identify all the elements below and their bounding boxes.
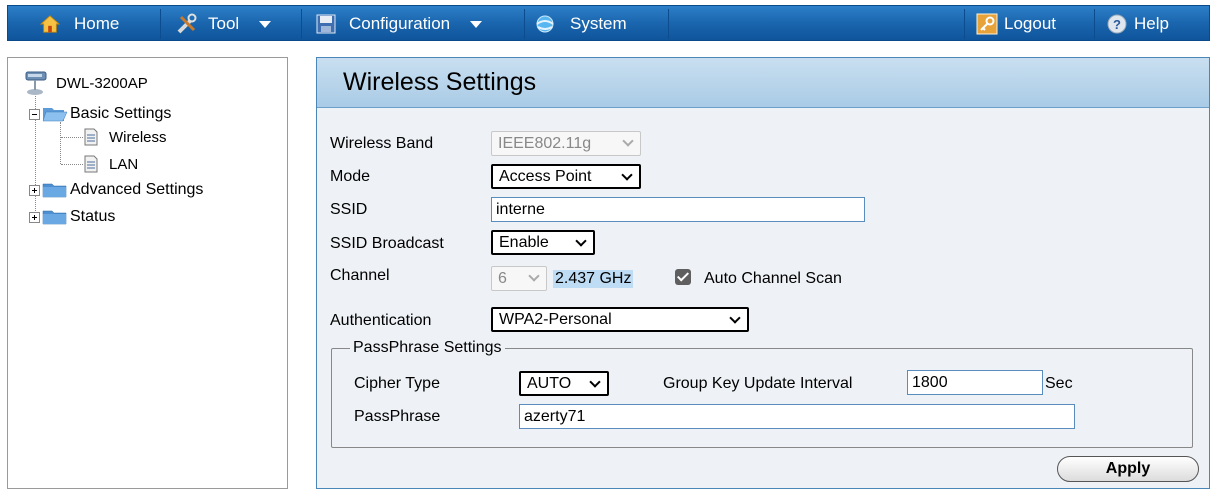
configuration-menu[interactable]: Configuration [315,6,483,42]
apply-button[interactable]: Apply [1057,456,1199,482]
chevron-down-icon [621,169,633,181]
tree-item-basic-settings[interactable]: Basic Settings [29,105,171,123]
group-key-interval-value: 1800 [912,373,948,391]
toolbar-separator [668,9,669,39]
mode-label: Mode [330,168,371,185]
ssid-broadcast-value: Enable [499,233,549,251]
chevron-down-icon [528,270,540,282]
mode-select[interactable]: Access Point [491,164,641,189]
help-button[interactable]: ? Help [1106,6,1169,42]
tool-menu[interactable]: Tool [176,6,272,42]
cipher-type-label: Cipher Type [354,375,440,392]
tree-connector [61,164,83,165]
access-point-icon [25,71,47,95]
toolbar-separator [301,9,302,39]
wireless-band-value: IEEE802.11g [498,134,592,152]
navigation-tree: DWL-3200AP Basic Settings Wireless LAN A… [7,57,288,489]
system-label: System [570,14,627,33]
tree-item-advanced-settings[interactable]: Advanced Settings [29,181,203,199]
group-key-interval-unit: Sec [1045,375,1073,392]
toolbar-separator [160,9,161,39]
wireless-settings-panel: Wireless Settings Wireless Band IEEE802.… [316,57,1210,489]
chevron-down-icon [575,235,587,247]
ssid-broadcast-label: SSID Broadcast [330,235,444,252]
chevron-down-icon [589,376,601,388]
configuration-label: Configuration [349,14,451,33]
chevron-down-icon [729,312,741,324]
mode-value: Access Point [499,167,592,185]
advanced-settings-label: Advanced Settings [70,181,204,198]
tree-root-device[interactable]: DWL-3200AP [24,68,148,98]
auto-channel-scan-label: Auto Channel Scan [704,270,842,287]
channel-select[interactable]: 6 [491,266,547,291]
expand-icon[interactable] [29,184,40,196]
group-key-interval-label: Group Key Update Interval [663,375,853,392]
tool-icon [177,13,197,34]
toolbar-separator [1094,9,1095,39]
authentication-value: WPA2-Personal [499,310,612,328]
globe-icon [536,15,554,33]
floppy-disk-icon [316,14,336,34]
group-key-interval-input[interactable]: 1800 [907,370,1043,395]
tree-connector [60,122,61,164]
system-menu[interactable]: System [534,6,627,42]
chevron-down-icon [470,20,483,28]
basic-settings-label: Basic Settings [70,105,172,122]
lan-label: LAN [109,155,139,173]
home-label: Home [74,14,120,33]
tree-root-label: DWL-3200AP [56,74,148,92]
document-icon [84,128,98,146]
tree-item-lan[interactable]: LAN [83,155,138,173]
passphrase-value: azerty71 [524,407,586,425]
channel-label: Channel [330,267,390,284]
passphrase-label: PassPhrase [354,408,441,425]
help-label: Help [1134,14,1169,33]
key-icon [976,13,998,35]
passphrase-settings-legend: PassPhrase Settings [350,339,505,357]
chevron-down-icon [259,20,272,28]
passphrase-input[interactable]: azerty71 [519,404,1075,429]
logout-label: Logout [1004,14,1056,33]
help-icon: ? [1107,14,1127,34]
ssid-value: interne [496,200,545,218]
tree-item-wireless[interactable]: Wireless [83,128,167,146]
status-label: Status [70,208,116,225]
cipher-type-value: AUTO [527,374,572,392]
ssid-label: SSID [330,201,368,218]
wireless-band-select[interactable]: IEEE802.11g [491,131,641,156]
auto-channel-scan-checkbox[interactable] [675,269,691,285]
authentication-label: Authentication [330,312,432,329]
wireless-label: Wireless [109,128,167,146]
page-title: Wireless Settings [343,68,537,96]
home-icon [40,15,60,33]
channel-frequency: 2.437 GHz [553,270,634,288]
svg-text:?: ? [1113,17,1121,32]
document-icon [84,155,98,173]
cipher-type-select[interactable]: AUTO [519,371,609,396]
authentication-select[interactable]: WPA2-Personal [491,307,749,332]
tree-connector [61,137,83,138]
expand-icon[interactable] [29,211,40,223]
wireless-band-label: Wireless Band [330,135,434,152]
toolbar-separator [964,9,965,39]
top-toolbar: Home Tool Configuration System Logout ? … [0,0,1213,50]
toolbar-bar: Home Tool Configuration System Logout ? … [7,5,1210,41]
channel-value: 6 [498,269,507,287]
folder-icon [42,210,67,225]
chevron-down-icon [622,135,634,147]
home-menu[interactable]: Home [40,6,119,42]
tree-item-status[interactable]: Status [29,208,115,226]
passphrase-settings-group [331,348,1193,448]
toolbar-separator [524,9,525,39]
collapse-icon[interactable] [29,108,40,120]
panel-header: Wireless Settings [317,58,1209,108]
ssid-input[interactable]: interne [491,197,865,222]
open-folder-icon [42,108,68,122]
ssid-broadcast-select[interactable]: Enable [491,230,595,255]
tool-label: Tool [208,14,240,33]
folder-icon [42,183,67,198]
logout-button[interactable]: Logout [976,6,1056,42]
